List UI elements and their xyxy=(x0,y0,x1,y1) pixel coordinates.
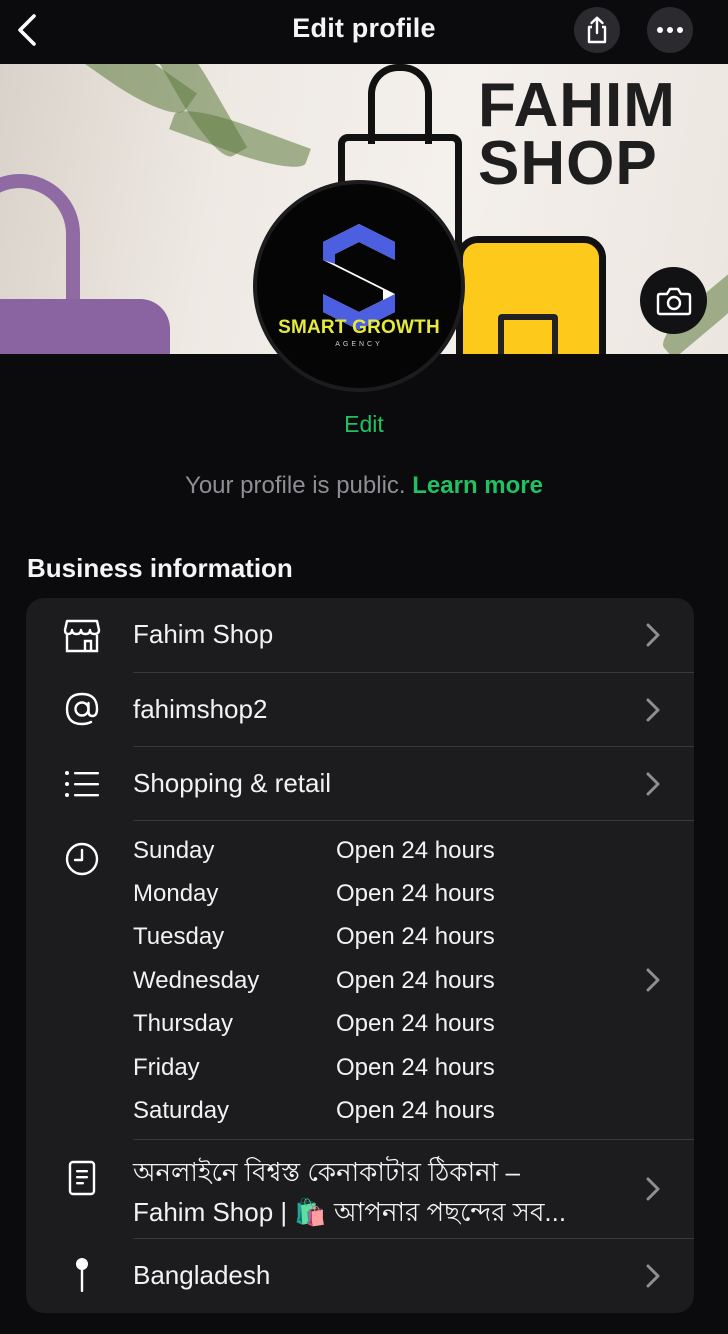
hours-day: Saturday xyxy=(133,1097,230,1124)
document-icon xyxy=(62,1158,102,1198)
avatar-brand-name: SMART GROWTH xyxy=(278,317,440,338)
hours-day: Friday xyxy=(133,1054,200,1081)
business-hours-row[interactable]: Sunday Open 24 hours Monday Open 24 hour… xyxy=(26,821,694,1139)
cover-brand-line2: SHOP xyxy=(478,129,658,198)
chevron-right-icon xyxy=(646,772,660,796)
username-row[interactable]: fahimshop2 xyxy=(26,673,694,747)
hours-day: Tuesday xyxy=(133,923,225,950)
chevron-right-icon xyxy=(646,623,660,647)
business-name: Fahim Shop xyxy=(133,619,274,649)
camera-icon xyxy=(656,287,691,315)
cover-brand-text: FAHIM SHOP xyxy=(478,71,676,198)
avatar[interactable]: SMART GROWTH AGENCY xyxy=(253,180,465,392)
chevron-right-icon xyxy=(646,1177,660,1201)
section-title: Business information xyxy=(27,553,293,583)
hours-value: Open 24 hours xyxy=(336,1054,495,1081)
description-row[interactable]: অনলাইনে বিশ্বস্ত কেনাকাটার ঠিকানা – Fahi… xyxy=(26,1140,694,1238)
share-button[interactable] xyxy=(574,7,620,53)
username: fahimshop2 xyxy=(133,694,268,724)
business-info-card: Fahim Shop fahimshop2 Shopping & retail xyxy=(26,598,694,1313)
edit-photo-link[interactable]: Edit xyxy=(0,411,728,438)
business-category: Shopping & retail xyxy=(133,768,332,798)
cover-brand-line1: FAHIM xyxy=(478,71,676,140)
hours-value: Open 24 hours xyxy=(336,837,495,864)
clock-icon xyxy=(62,839,102,879)
hours-day: Sunday xyxy=(133,837,215,864)
public-status-text: Your profile is public. xyxy=(185,472,406,499)
chevron-right-icon xyxy=(646,968,660,992)
list-icon xyxy=(62,764,102,804)
location-pin-icon xyxy=(62,1255,102,1295)
chevron-right-icon xyxy=(646,698,660,722)
chevron-right-icon xyxy=(646,1264,660,1288)
location-row[interactable]: Bangladesh xyxy=(26,1239,694,1313)
learn-more-link[interactable]: Learn more xyxy=(412,472,543,499)
shopping-bag-icon xyxy=(368,64,432,144)
description-line: Fahim Shop | 🛍️ আপনার পছন্দের সব... xyxy=(133,1197,567,1227)
hours-day: Thursday xyxy=(133,1010,234,1037)
hours-value: Open 24 hours xyxy=(336,1097,495,1124)
hours-value: Open 24 hours xyxy=(336,880,495,907)
hours-value: Open 24 hours xyxy=(336,923,495,950)
more-options-button[interactable] xyxy=(647,7,693,53)
leaf-decoration xyxy=(169,100,311,178)
at-sign-icon xyxy=(62,689,102,729)
hours-day: Wednesday xyxy=(133,967,260,994)
more-horizontal-icon xyxy=(657,27,683,33)
top-nav-bar: Edit profile xyxy=(0,0,728,64)
profile-visibility-text: Your profile is public. Learn more xyxy=(0,472,728,500)
shopping-bag-icon xyxy=(498,314,558,354)
handbag-image xyxy=(0,299,170,354)
logo-icon xyxy=(323,224,395,330)
hours-day: Monday xyxy=(133,880,219,907)
change-cover-button[interactable] xyxy=(640,267,707,334)
avatar-brand-sub: AGENCY xyxy=(335,341,383,348)
description-line: অনলাইনে বিশ্বস্ত কেনাকাটার ঠিকানা – xyxy=(133,1157,520,1187)
category-row[interactable]: Shopping & retail xyxy=(26,747,694,821)
share-icon xyxy=(587,16,607,44)
hours-value: Open 24 hours xyxy=(336,967,495,994)
store-icon xyxy=(62,616,102,656)
location: Bangladesh xyxy=(133,1260,271,1290)
hours-value: Open 24 hours xyxy=(336,1010,495,1037)
business-name-row[interactable]: Fahim Shop xyxy=(26,598,694,672)
